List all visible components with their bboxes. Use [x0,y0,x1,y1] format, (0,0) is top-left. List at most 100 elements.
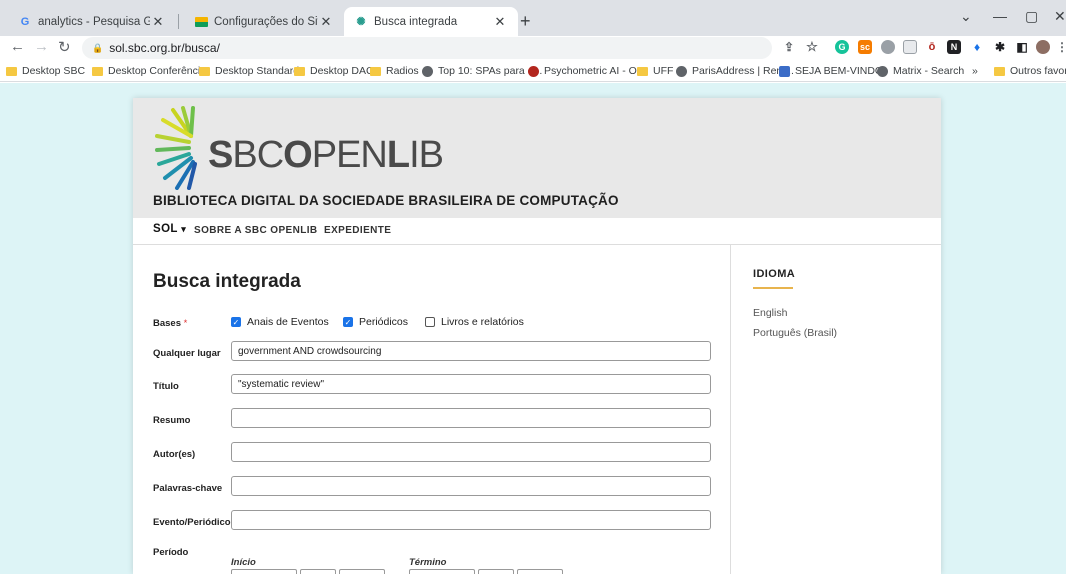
star-icon[interactable]: ☆ [805,39,819,54]
sbc-openlib-logo-icon[interactable] [153,106,203,190]
any-field-input[interactable]: government AND crowdsourcing [231,341,711,361]
caret-down-icon: ▾ [181,224,187,234]
reload-icon[interactable]: ↻ [58,38,71,56]
field-label: Qualquer lugar [153,348,221,359]
content-card: SBCOPENLIB BIBLIOTECA DIGITAL DA SOCIEDA… [133,98,941,574]
folder-icon [294,66,305,76]
bookmark-item[interactable]: Desktop Standard [199,65,299,77]
menu-icon[interactable]: ⋮ [1055,40,1066,54]
globe-icon [877,65,888,77]
bookmark-label: Desktop Standard [215,65,300,77]
start-day-select[interactable]: ⌄ [231,569,297,574]
logo-wordmark[interactable]: SBCOPENLIB [208,134,444,177]
checkbox-checked-icon[interactable]: ✓ [231,317,241,327]
address-bar[interactable]: 🔒 sol.sbc.org.br/busca/ [82,37,772,59]
bookmark-item[interactable]: UFF [637,65,673,77]
tab-divider [178,14,179,29]
title-input[interactable]: "systematic review" [231,374,711,394]
chevron-double-right-icon: » [972,65,978,77]
more-bookmarks-button[interactable]: » [972,65,978,77]
extension-icon[interactable]: ō [925,40,939,54]
tab-google[interactable]: G analytics - Pesquisa Google ✕ [8,7,176,36]
site-title: BIBLIOTECA DIGITAL DA SOCIEDADE BRASILEI… [153,193,619,208]
nav-about[interactable]: SOBRE A SBC OPENLIB [194,225,318,236]
bookmark-item[interactable]: Psychometric AI - O... [528,65,646,77]
abstract-input[interactable] [231,408,711,428]
nav-expediente[interactable]: EXPEDIENTE [324,225,391,236]
keywords-input[interactable] [231,476,711,496]
bookmark-item[interactable]: Top 10: SPAs para e... [422,65,542,77]
field-label: Palavras-chave [153,483,223,494]
start-year-select[interactable]: ⌄ [339,569,385,574]
close-tab-icon[interactable]: ✕ [492,14,508,30]
globe-icon [422,65,433,77]
checkbox-livros[interactable]: Livros e relatórios [425,316,524,328]
page-background: SBCOPENLIB BIBLIOTECA DIGITAL DA SOCIEDA… [0,83,1066,574]
minimize-icon[interactable]: — [993,8,1007,24]
folder-icon [194,15,208,29]
checkbox-label: Livros e relatórios [441,316,524,328]
tab-title: analytics - Pesquisa Google [38,15,150,28]
checkbox-anais[interactable]: ✓ Anais de Eventos [231,316,329,328]
grammarly-icon[interactable]: G [835,40,849,54]
notion-icon[interactable]: N [947,40,961,54]
back-icon[interactable]: ← [10,38,25,55]
share-icon[interactable]: ⇪ [782,40,796,54]
side-panel-icon[interactable]: ◧ [1015,40,1029,54]
lang-english-link[interactable]: English [753,307,787,319]
bookmark-label: Desktop Conferênci... [108,65,209,77]
bookmark-label: Psychometric AI - O... [544,65,646,77]
extension-icon[interactable]: ♦ [970,40,984,54]
tab-search-icon[interactable]: ⌄ [960,8,972,25]
tab-busca-integrada[interactable]: ✺ Busca integrada ✕ [344,7,518,36]
tab-configuracoes[interactable]: Configurações do Site ✕ [184,7,344,36]
folder-icon [994,66,1005,76]
bookmarks-bar: Desktop SBC Desktop Conferênci... Deskto… [0,62,1066,82]
field-label: Resumo [153,415,191,426]
bookmark-label: Radios [386,65,419,77]
bookmark-item[interactable]: SEJA BEM-VINDO! [779,65,886,77]
maximize-icon[interactable]: ▢ [1025,8,1038,25]
bookmark-label: UFF [653,65,674,77]
checkbox-checked-icon[interactable]: ✓ [343,317,353,327]
forward-icon[interactable]: → [34,38,49,55]
close-tab-icon[interactable]: ✕ [318,14,334,30]
tab-title: Configurações do Site [214,15,318,28]
lock-icon: 🔒 [92,42,104,53]
page-title: Busca integrada [153,271,301,292]
event-journal-input[interactable] [231,510,711,530]
avatar[interactable] [1036,40,1050,54]
field-label: Título [153,381,179,392]
checkbox-unchecked-icon[interactable] [425,317,435,327]
field-label: Autor(es) [153,449,196,460]
bookmark-item[interactable]: Radios [370,65,419,77]
end-day-select[interactable]: ⌄ [409,569,475,574]
extension-icon[interactable] [903,40,917,54]
nav-sol-dropdown[interactable]: SOL ▾ [153,223,186,235]
bookmark-item[interactable]: Matrix - Search [877,65,964,77]
extension-icon[interactable]: sc [858,40,872,54]
bookmark-item[interactable]: Outros favoritos [994,65,1066,77]
close-window-icon[interactable]: ✕ [1054,8,1066,25]
extension-icon[interactable] [881,40,895,54]
checkbox-periodicos[interactable]: ✓ Periódicos [343,316,408,328]
end-month-select[interactable]: ⌄ [478,569,514,574]
start-label: Início [231,557,256,568]
close-tab-icon[interactable]: ✕ [150,14,166,30]
extensions-puzzle-icon[interactable]: ✱ [993,40,1007,54]
bookmark-item[interactable]: Desktop SBC [6,65,85,77]
sbc-icon: ✺ [356,16,366,28]
bookmark-item[interactable]: Desktop Conferênci... [92,65,209,77]
folder-icon [6,66,17,76]
authors-input[interactable] [231,442,711,462]
start-month-select[interactable]: ⌄ [300,569,336,574]
globe-icon [676,65,687,77]
bookmark-label: Desktop SBC [22,65,86,77]
new-tab-button[interactable]: + [520,12,531,30]
end-year-select[interactable]: ⌄ [517,569,563,574]
tab-strip: G analytics - Pesquisa Google ✕ Configur… [0,0,1066,36]
bookmark-item[interactable]: ParisAddress | Rent... [676,65,794,77]
lang-portugues-link[interactable]: Português (Brasil) [753,327,837,339]
address-toolbar: ← → ↻ 🔒 sol.sbc.org.br/busca/ ⇪ ☆ G sc ō… [0,36,1066,62]
bookmark-item[interactable]: Desktop DAC [294,65,374,77]
